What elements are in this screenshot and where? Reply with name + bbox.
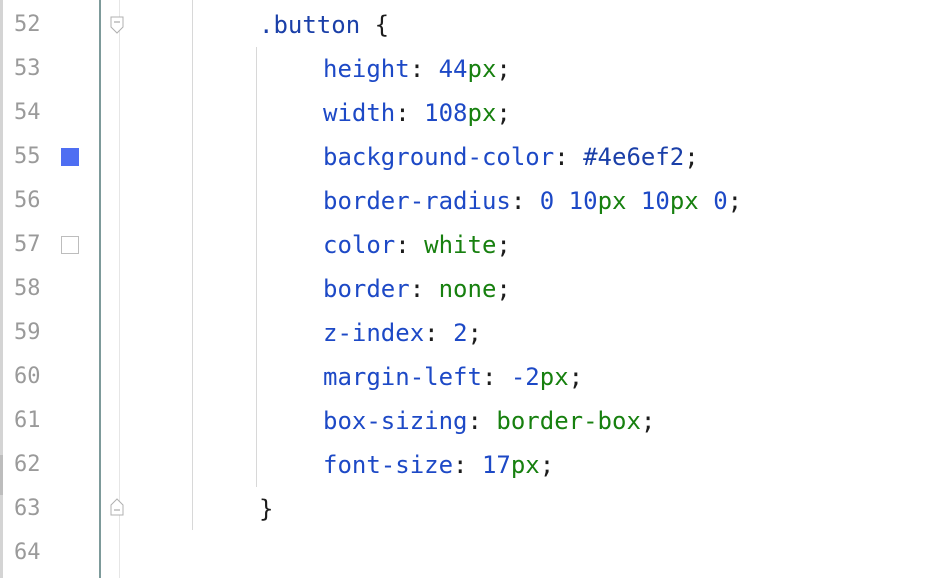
code-line[interactable]: 64 (0, 531, 945, 575)
css-number: 10 (568, 187, 598, 215)
line-number: 54 (14, 100, 41, 125)
css-keyword: none (438, 275, 497, 303)
css-number: 0 (713, 187, 728, 215)
css-number: 10 (640, 187, 670, 215)
css-unit: px (539, 363, 569, 391)
open-brace: { (374, 11, 390, 39)
line-number: 61 (14, 408, 41, 433)
css-keyword: border-box (496, 407, 641, 435)
code-line[interactable]: 56 border-radius: 0 10px 10px 0; (0, 179, 945, 223)
code-text: color: white; (323, 231, 511, 259)
css-property: color (323, 231, 396, 259)
css-number: 0 (539, 187, 555, 215)
code-line[interactable]: 53 height: 44px; (0, 47, 945, 91)
code-line[interactable]: 62 font-size: 17px; (0, 443, 945, 487)
css-keyword: white (424, 231, 497, 259)
code-line[interactable]: 55 background-color: #4e6ef2; (0, 135, 945, 179)
css-property: border-radius (323, 187, 511, 215)
code-text: margin-left: -2px; (323, 363, 584, 391)
color-swatch-icon[interactable] (61, 148, 79, 166)
line-number: 56 (14, 188, 41, 213)
css-number: 2 (453, 319, 468, 347)
css-unit: px (467, 55, 497, 83)
line-number: 60 (14, 364, 41, 389)
code-line[interactable]: 59 z-index: 2; (0, 311, 945, 355)
line-number: 57 (14, 232, 41, 257)
css-unit: px (597, 187, 627, 215)
line-number: 55 (14, 144, 41, 169)
code-line[interactable]: 63 } (0, 487, 945, 531)
line-number: 59 (14, 320, 41, 345)
code-line[interactable]: 58 border: none; (0, 267, 945, 311)
code-text: .button { (259, 3, 389, 47)
code-text: width: 108px; (323, 99, 511, 127)
code-text: height: 44px; (323, 55, 511, 83)
css-property: font-size (323, 451, 454, 479)
css-hex-color: #4e6ef2 (583, 143, 685, 171)
code-line[interactable]: 57 color: white; (0, 223, 945, 267)
code-text: background-color: #4e6ef2; (323, 143, 699, 171)
code-line[interactable]: 54 width: 108px; (0, 91, 945, 135)
line-number: 64 (14, 540, 41, 565)
code-text: box-sizing: border-box; (323, 407, 656, 435)
line-number: 62 (14, 452, 41, 477)
code-text: } (259, 487, 273, 531)
code-text: border: none; (323, 275, 511, 303)
code-line[interactable]: 61 box-sizing: border-box; (0, 399, 945, 443)
css-number: -2 (510, 363, 540, 391)
code-line[interactable]: 52 .button { (0, 3, 945, 47)
code-text: border-radius: 0 10px 10px 0; (323, 187, 743, 215)
line-number: 63 (14, 496, 41, 521)
css-property: z-index (323, 319, 425, 347)
color-swatch-icon[interactable] (61, 236, 79, 254)
css-property: height (323, 55, 410, 83)
css-property: border (323, 275, 410, 303)
code-text: z-index: 2; (323, 319, 482, 347)
css-property: margin-left (323, 363, 482, 391)
close-brace: } (259, 495, 274, 523)
css-property: width (323, 99, 396, 127)
css-number: 44 (438, 55, 468, 83)
code-line[interactable]: 60 margin-left: -2px; (0, 355, 945, 399)
line-number: 52 (14, 12, 41, 37)
line-number: 58 (14, 276, 41, 301)
code-text: font-size: 17px; (323, 451, 555, 479)
css-property: box-sizing (323, 407, 468, 435)
css-selector: .button (259, 11, 361, 39)
code-editor[interactable]: 52 .button { 53 height: 44px; 54 width: … (0, 0, 945, 578)
line-number: 53 (14, 56, 41, 81)
css-unit: px (510, 451, 540, 479)
css-number: 108 (424, 99, 468, 127)
css-property: background-color (323, 143, 555, 171)
css-number: 17 (481, 451, 511, 479)
css-unit: px (467, 99, 497, 127)
css-unit: px (669, 187, 699, 215)
